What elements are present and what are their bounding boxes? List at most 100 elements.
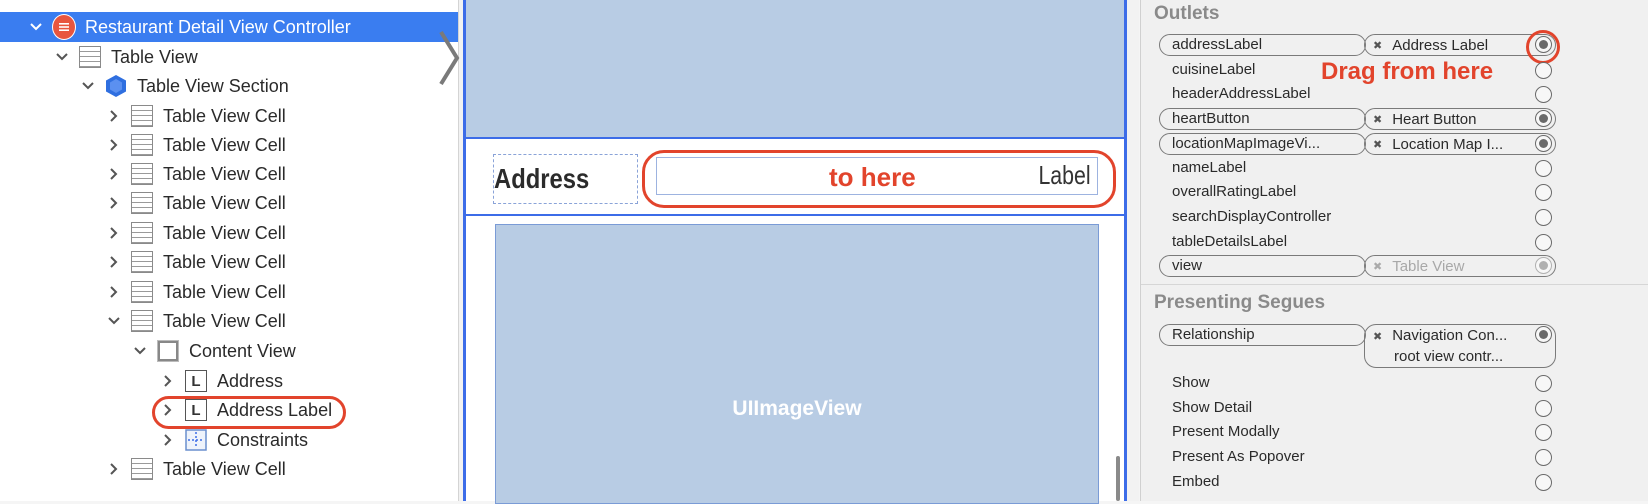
to-here-annotation: to here bbox=[829, 162, 916, 192]
segue-connection-circle[interactable] bbox=[1535, 400, 1552, 417]
connection-navigation-controller[interactable]: ✖ Navigation Con... root view contr... bbox=[1364, 324, 1556, 368]
outline-item-table-view-section[interactable]: Table View Section bbox=[0, 71, 458, 101]
outline-item-label: Table View Cell bbox=[163, 281, 286, 302]
chevron-down-icon[interactable] bbox=[106, 313, 122, 329]
segue-show-detail: Show Detail bbox=[1172, 399, 1253, 416]
chevron-down-icon[interactable] bbox=[80, 78, 96, 94]
table-cell-icon bbox=[130, 191, 154, 215]
outline-item-table-view-cell[interactable]: Table View Cell bbox=[0, 130, 458, 160]
outline-item-address[interactable]: L Address bbox=[0, 366, 458, 396]
outline-item-table-view-cell[interactable]: Table View Cell bbox=[0, 218, 458, 248]
header-image-placeholder[interactable] bbox=[466, 0, 1124, 137]
segue-connection-circle[interactable] bbox=[1535, 449, 1552, 466]
outline-item-table-view-cell[interactable]: Table View Cell bbox=[0, 188, 458, 218]
outline-item-table-view-cell[interactable]: Table View Cell bbox=[0, 159, 458, 189]
chevron-right-icon[interactable] bbox=[106, 195, 122, 211]
outlet-connection-circle[interactable] bbox=[1535, 234, 1552, 251]
outlet-tableDetailsLabel: tableDetailsLabel bbox=[1172, 233, 1288, 250]
chevron-right-icon[interactable] bbox=[106, 137, 122, 153]
table-cell-icon bbox=[130, 162, 154, 186]
scrollbar[interactable] bbox=[1116, 456, 1120, 501]
remove-connection-icon[interactable]: ✖ bbox=[1373, 39, 1382, 52]
image-view-placeholder-label: UIImageView bbox=[732, 397, 862, 420]
connection-table-view[interactable]: ✖ Table View bbox=[1364, 255, 1556, 277]
outline-item-constraints[interactable]: Constraints bbox=[0, 425, 458, 455]
segue-connection-circle[interactable] bbox=[1535, 474, 1552, 491]
outline-item-label: Table View Cell bbox=[163, 222, 286, 243]
outline-item-label: Table View Cell bbox=[163, 458, 286, 479]
outlet-addressLabel: addressLabel bbox=[1172, 36, 1263, 53]
segue-connection-circle[interactable] bbox=[1535, 375, 1552, 392]
chevron-right-icon[interactable] bbox=[106, 225, 122, 241]
outline-item-label: Table View Cell bbox=[163, 251, 286, 272]
outline-item-table-view[interactable]: Table View bbox=[0, 42, 458, 72]
address-title-label[interactable]: Address bbox=[493, 154, 638, 204]
outlet-connection-circle[interactable] bbox=[1535, 184, 1552, 201]
table-cell-icon bbox=[130, 280, 154, 304]
outline-item-label: Table View Cell bbox=[163, 192, 286, 213]
restaurant-detail-scene[interactable]: Address Label to here UIImageView bbox=[463, 0, 1127, 504]
outlet-connection-circle[interactable] bbox=[1535, 110, 1552, 127]
outlet-connection-circle[interactable] bbox=[1535, 160, 1552, 177]
cell-separator bbox=[466, 137, 1124, 139]
chevron-down-icon[interactable] bbox=[54, 49, 70, 65]
outlet-connection-circle[interactable] bbox=[1535, 209, 1552, 226]
segue-connection-circle[interactable] bbox=[1535, 424, 1552, 441]
segue-show: Show bbox=[1172, 374, 1210, 391]
chevron-down-icon[interactable] bbox=[132, 343, 148, 359]
outlet-overallRatingLabel: overallRatingLabel bbox=[1172, 183, 1297, 200]
drag-from-here-annotation: Drag from here bbox=[1321, 58, 1494, 85]
entry-arrow-icon bbox=[439, 30, 460, 86]
outline-item-address-label[interactable]: L Address Label bbox=[0, 395, 458, 425]
chevron-right-icon[interactable] bbox=[160, 373, 176, 389]
connection-label: Location Map I... bbox=[1392, 135, 1504, 153]
outline-item-label: Table View Cell bbox=[163, 105, 286, 126]
outlet-connection-circle[interactable] bbox=[1535, 86, 1552, 103]
segue-present-as-popover: Present As Popover bbox=[1172, 448, 1305, 465]
outlet-view: view bbox=[1172, 257, 1203, 274]
outline-item-label: Table View Cell bbox=[163, 134, 286, 155]
location-map-image-view[interactable]: UIImageView bbox=[495, 224, 1099, 504]
chevron-right-icon[interactable] bbox=[160, 432, 176, 448]
chevron-right-icon[interactable] bbox=[106, 166, 122, 182]
segue-embed: Embed bbox=[1172, 473, 1220, 490]
connection-heart-button[interactable]: ✖ Heart Button bbox=[1364, 108, 1556, 130]
connection-label: Address Label bbox=[1392, 36, 1489, 54]
chevron-right-icon[interactable] bbox=[106, 284, 122, 300]
segue-connection-circle[interactable] bbox=[1535, 326, 1552, 343]
chevron-right-icon[interactable] bbox=[106, 461, 122, 477]
outline-item-restaurant-detail-vc[interactable]: Restaurant Detail View Controller bbox=[0, 12, 458, 42]
connection-label-secondary: root view contr... bbox=[1394, 348, 1504, 365]
outlets-heading: Outlets bbox=[1154, 3, 1220, 24]
connection-location-map[interactable]: ✖ Location Map I... bbox=[1364, 133, 1556, 155]
remove-connection-icon[interactable]: ✖ bbox=[1373, 331, 1382, 343]
connections-inspector: Outlets addressLabel ✖ Address Label Drag… bbox=[1140, 0, 1648, 501]
outline-item-table-view-cell[interactable]: Table View Cell bbox=[0, 101, 458, 131]
outline-item-table-view-cell[interactable]: Table View Cell bbox=[0, 277, 458, 307]
outline-item-table-view-cell[interactable]: Table View Cell bbox=[0, 247, 458, 277]
remove-connection-icon[interactable]: ✖ bbox=[1373, 260, 1382, 273]
outlet-headerAddressLabel: headerAddressLabel bbox=[1172, 85, 1311, 102]
chevron-down-icon[interactable] bbox=[28, 19, 44, 35]
remove-connection-icon[interactable]: ✖ bbox=[1373, 113, 1382, 126]
outlet-heartButton: heartButton bbox=[1172, 110, 1250, 127]
document-outline: Restaurant Detail View Controller Table … bbox=[0, 0, 459, 501]
drag-source-highlight-oval bbox=[1526, 30, 1560, 64]
constraints-icon bbox=[184, 428, 208, 452]
outlet-searchDisplayController: searchDisplayController bbox=[1172, 208, 1332, 225]
outline-item-table-view-cell[interactable]: Table View Cell bbox=[0, 454, 458, 484]
outline-item-content-view[interactable]: Content View bbox=[0, 336, 458, 366]
outline-item-label: Table View Cell bbox=[163, 163, 286, 184]
remove-connection-icon[interactable]: ✖ bbox=[1373, 138, 1382, 151]
chevron-right-icon[interactable] bbox=[160, 402, 176, 418]
outlet-connection-circle[interactable] bbox=[1535, 62, 1552, 79]
outline-item-table-view-cell[interactable]: Table View Cell bbox=[0, 306, 458, 336]
outline-item-label: Table View Cell bbox=[163, 310, 286, 331]
outline-item-label: Table View Section bbox=[137, 75, 289, 96]
outlet-connection-circle[interactable] bbox=[1535, 257, 1552, 274]
outlet-connection-circle[interactable] bbox=[1535, 135, 1552, 152]
outline-item-label: Restaurant Detail View Controller bbox=[85, 16, 351, 37]
table-cell-icon bbox=[130, 457, 154, 481]
chevron-right-icon[interactable] bbox=[106, 254, 122, 270]
chevron-right-icon[interactable] bbox=[106, 108, 122, 124]
